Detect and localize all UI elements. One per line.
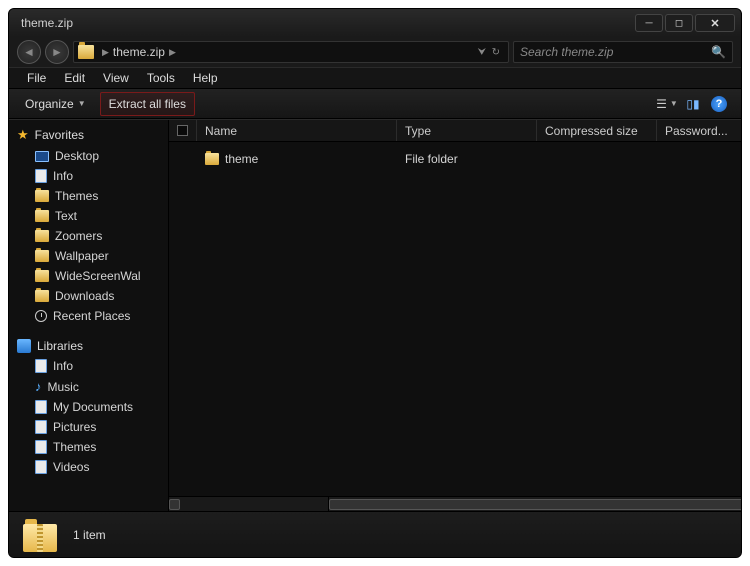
sidebar-item-themes[interactable]: Themes xyxy=(9,186,168,206)
sidebar-item-info[interactable]: Info xyxy=(9,166,168,186)
file-pane: Name Type Compressed size Password... th… xyxy=(169,120,741,511)
file-name: theme xyxy=(225,152,258,166)
search-input[interactable]: Search theme.zip 🔍 xyxy=(513,41,733,63)
statusbar: 1 item xyxy=(9,511,741,557)
search-icon: 🔍 xyxy=(711,45,726,59)
extract-all-files-button[interactable]: Extract all files xyxy=(100,92,195,116)
sidebar-header-favorites[interactable]: ★ Favorites xyxy=(9,124,168,146)
search-placeholder: Search theme.zip xyxy=(520,45,613,59)
column-headers: Name Type Compressed size Password... xyxy=(169,120,741,142)
window-title: theme.zip xyxy=(21,16,73,30)
breadcrumb[interactable]: ▶ theme.zip ▶ ⮟ ↻ xyxy=(73,41,509,63)
page-icon xyxy=(35,169,47,183)
chevron-down-icon: ▼ xyxy=(78,99,86,108)
sidebar-item-zoomers[interactable]: Zoomers xyxy=(9,226,168,246)
chevron-right-icon: ▶ xyxy=(102,47,109,58)
folder-icon xyxy=(35,210,49,222)
folder-icon xyxy=(35,290,49,302)
folder-icon xyxy=(35,190,49,202)
sidebar-item-lib-pictures[interactable]: Pictures xyxy=(9,417,168,437)
page-icon xyxy=(35,420,47,434)
monitor-icon xyxy=(35,151,49,162)
page-icon xyxy=(35,460,47,474)
column-checkbox[interactable] xyxy=(169,120,197,141)
toolbar: Organize ▼ Extract all files ☰▼ ▯▮ ? xyxy=(9,89,741,119)
content-body: ★ Favorites Desktop Info Themes Text Zoo… xyxy=(9,119,741,511)
sidebar-item-wallpaper[interactable]: Wallpaper xyxy=(9,246,168,266)
sidebar-item-desktop[interactable]: Desktop xyxy=(9,146,168,166)
folder-icon xyxy=(78,45,94,59)
sidebar-item-downloads[interactable]: Downloads xyxy=(9,286,168,306)
column-name[interactable]: Name xyxy=(197,120,397,141)
menu-help[interactable]: Help xyxy=(185,69,226,87)
music-icon: ♪ xyxy=(35,379,42,394)
folder-icon xyxy=(35,230,49,242)
nav-sidebar[interactable]: ★ Favorites Desktop Info Themes Text Zoo… xyxy=(9,120,169,511)
sidebar-item-recent-places[interactable]: Recent Places xyxy=(9,306,168,326)
file-type: File folder xyxy=(397,148,537,170)
content-scrollbar[interactable] xyxy=(169,496,741,511)
sidebar-item-lib-themes[interactable]: Themes xyxy=(9,437,168,457)
sidebar-item-lib-documents[interactable]: My Documents xyxy=(9,397,168,417)
star-icon: ★ xyxy=(17,127,29,143)
titlebar: theme.zip ─ ◻ ✕ xyxy=(9,9,741,37)
maximize-button[interactable]: ◻ xyxy=(665,14,693,32)
forward-button[interactable]: ► xyxy=(45,40,69,64)
back-button[interactable]: ◄ xyxy=(17,40,41,64)
sidebar-item-lib-info[interactable]: Info xyxy=(9,356,168,376)
folder-icon xyxy=(35,270,49,282)
menu-tools[interactable]: Tools xyxy=(139,69,183,87)
preview-pane-button[interactable]: ▯▮ xyxy=(685,96,701,112)
breadcrumb-current[interactable]: theme.zip xyxy=(113,45,165,59)
view-options-button[interactable]: ☰▼ xyxy=(659,96,675,112)
window-controls: ─ ◻ ✕ xyxy=(635,14,735,32)
sidebar-group-favorites: ★ Favorites Desktop Info Themes Text Zoo… xyxy=(9,124,168,326)
sidebar-item-lib-videos[interactable]: Videos xyxy=(9,457,168,477)
file-row[interactable]: theme File folder xyxy=(169,148,741,170)
breadcrumb-dropdown[interactable]: ⮟ ↻ xyxy=(478,47,504,58)
menu-view[interactable]: View xyxy=(95,69,137,87)
page-icon xyxy=(35,440,47,454)
sidebar-header-libraries[interactable]: Libraries xyxy=(9,336,168,356)
column-password[interactable]: Password... xyxy=(657,120,741,141)
chevron-right-icon: ▶ xyxy=(169,47,176,58)
help-icon[interactable]: ? xyxy=(711,96,727,112)
page-icon xyxy=(35,359,47,373)
checkbox-icon[interactable] xyxy=(177,125,188,136)
close-button[interactable]: ✕ xyxy=(695,14,735,32)
statusbar-text: 1 item xyxy=(73,528,106,542)
minimize-button[interactable]: ─ xyxy=(635,14,663,32)
sidebar-item-text[interactable]: Text xyxy=(9,206,168,226)
folder-icon xyxy=(35,250,49,262)
menu-edit[interactable]: Edit xyxy=(56,69,93,87)
column-compressed-size[interactable]: Compressed size xyxy=(537,120,657,141)
zip-folder-icon xyxy=(23,518,61,552)
column-type[interactable]: Type xyxy=(397,120,537,141)
page-icon xyxy=(35,400,47,414)
libraries-icon xyxy=(17,339,31,353)
organize-button[interactable]: Organize ▼ xyxy=(17,93,94,115)
menu-file[interactable]: File xyxy=(19,69,54,87)
clock-icon xyxy=(35,310,47,322)
sidebar-item-lib-music[interactable]: ♪Music xyxy=(9,376,168,397)
folder-icon xyxy=(205,153,219,165)
sidebar-group-libraries: Libraries Info ♪Music My Documents Pictu… xyxy=(9,336,168,477)
sidebar-item-widescreenwal[interactable]: WideScreenWal xyxy=(9,266,168,286)
explorer-window: theme.zip ─ ◻ ✕ ◄ ► ▶ theme.zip ▶ ⮟ ↻ Se… xyxy=(8,8,742,558)
menubar: File Edit View Tools Help xyxy=(9,67,741,89)
file-list[interactable]: theme File folder xyxy=(169,142,741,496)
nav-bar: ◄ ► ▶ theme.zip ▶ ⮟ ↻ Search theme.zip 🔍 xyxy=(9,37,741,67)
